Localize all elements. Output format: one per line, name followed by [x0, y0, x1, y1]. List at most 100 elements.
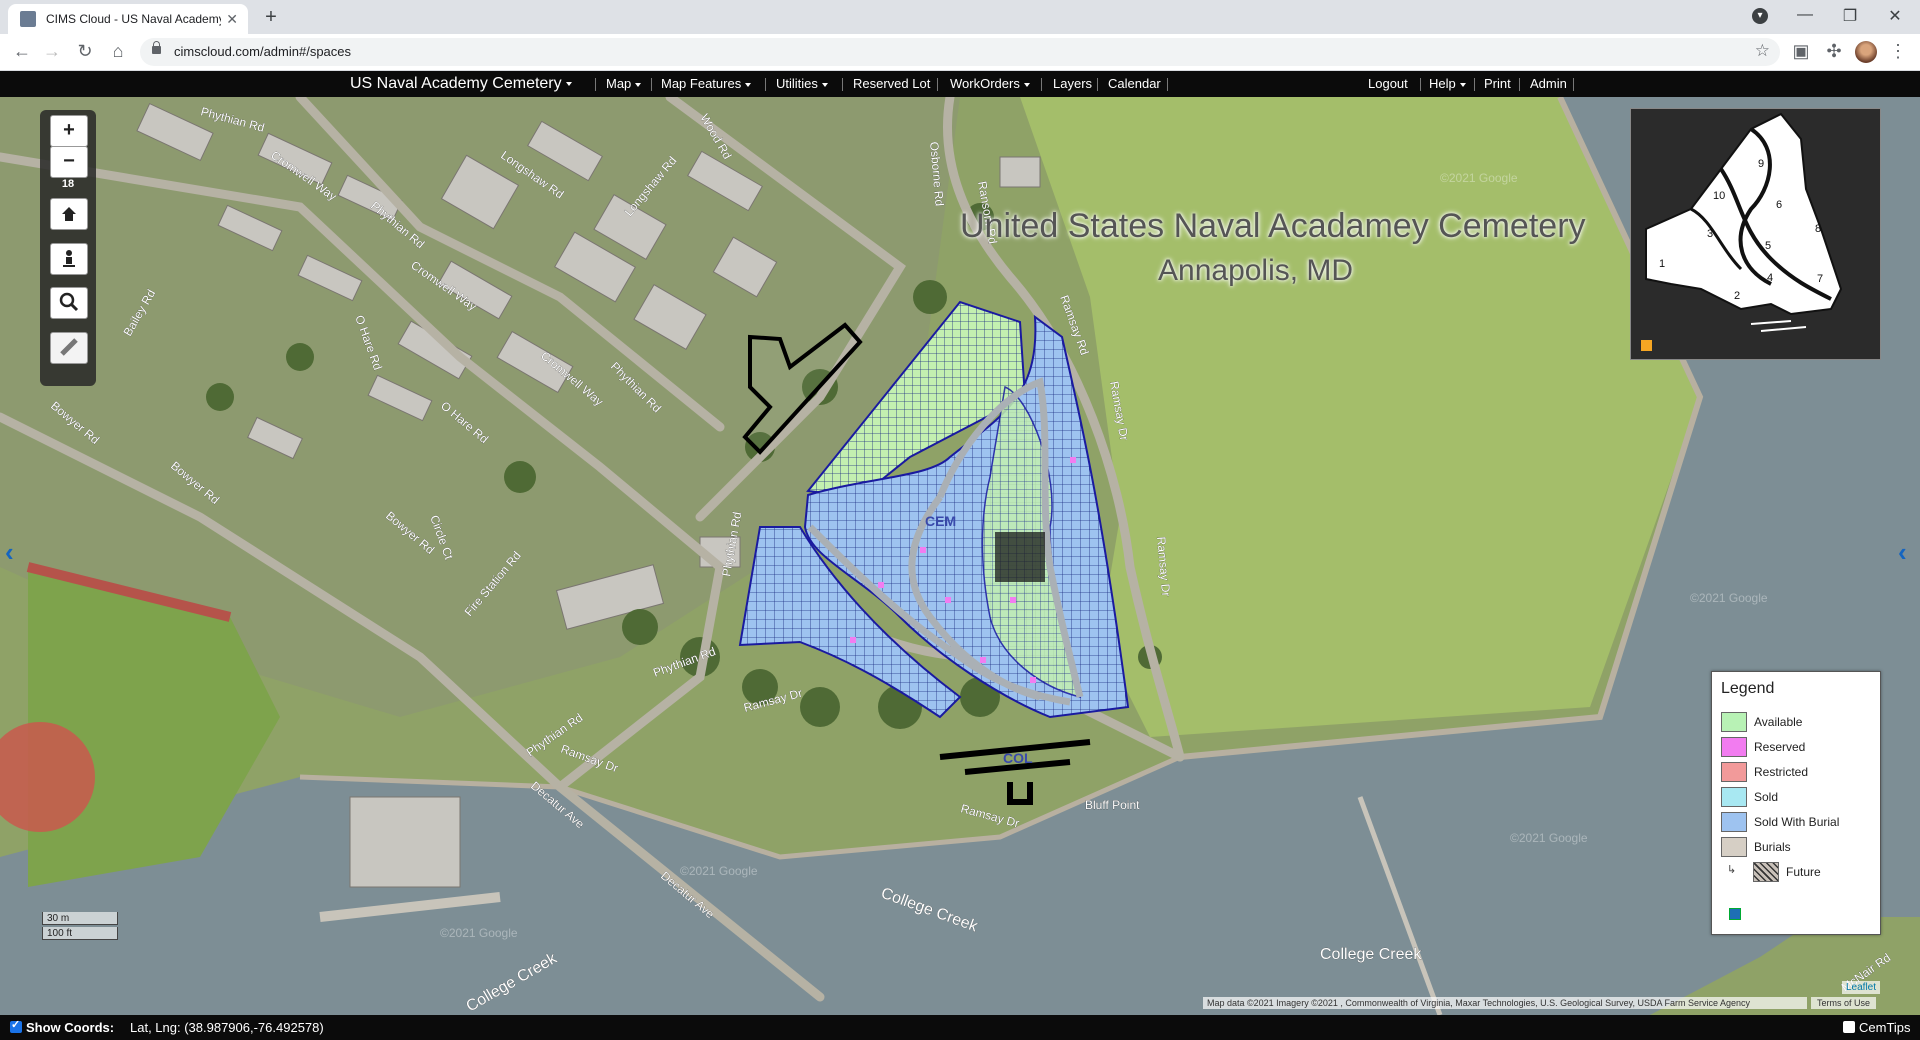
- home-icon: [62, 207, 76, 221]
- legend-label: Burials: [1754, 840, 1791, 854]
- legend-swatch: [1721, 737, 1747, 757]
- nav-brand-label: US Naval Academy Cemetery: [350, 75, 562, 92]
- extension-icon[interactable]: ▣: [1789, 41, 1813, 62]
- profile-avatar[interactable]: [1855, 41, 1877, 63]
- pegman-icon: [63, 250, 75, 267]
- minimap-section-4: 4: [1767, 272, 1773, 284]
- legend-swatch: [1721, 787, 1747, 807]
- legend-label: Sold: [1754, 790, 1779, 804]
- nav-map-features[interactable]: Map Features: [661, 71, 752, 97]
- legend-panel: Legend Available Reserved Restricted Sol…: [1711, 671, 1881, 935]
- nav-divider: [1573, 78, 1574, 91]
- section-minimap[interactable]: 1 2 3 4 5 6 7 8 9 10: [1630, 108, 1881, 360]
- show-coords-label: Show Coords:: [26, 1020, 115, 1035]
- nav-divider: [1167, 78, 1168, 91]
- legend-toggle-icon[interactable]: [1729, 908, 1741, 920]
- show-coords-checkbox[interactable]: [10, 1018, 22, 1033]
- browser-tab[interactable]: CIMS Cloud - US Naval Academy ✕: [8, 4, 248, 34]
- terms-of-use-link[interactable]: Terms of Use: [1811, 997, 1877, 1009]
- nav-divider: [1474, 78, 1475, 91]
- scale-bar-metric: 30 m: [42, 912, 118, 925]
- back-icon[interactable]: ←: [10, 41, 34, 62]
- svg-text:CEM: CEM: [925, 513, 956, 529]
- tab-close-icon[interactable]: ✕: [226, 11, 238, 28]
- nav-admin[interactable]: Admin: [1530, 71, 1567, 97]
- nav-divider: [1097, 78, 1098, 91]
- chevron-down-icon: [565, 81, 572, 86]
- nav-brand-menu[interactable]: US Naval Academy Cemetery: [350, 71, 572, 97]
- legend-label: Available: [1754, 715, 1803, 729]
- minimap-toggle-icon[interactable]: [1641, 340, 1652, 351]
- nav-reserved-lot-label: Reserved Lot: [853, 76, 931, 91]
- menu-kebab-icon[interactable]: ⋮: [1886, 41, 1910, 62]
- url-text[interactable]: cimscloud.com/admin#/spaces: [174, 44, 351, 59]
- nav-calendar[interactable]: Calendar: [1108, 71, 1161, 97]
- tree-branch-icon: ↳: [1727, 864, 1737, 876]
- svg-text:©2021 Google: ©2021 Google: [1510, 831, 1588, 845]
- map-canvas[interactable]: Phythian Rd Wood Rd Osborne Rd Ransom Rd…: [0, 97, 1920, 1015]
- nav-utilities[interactable]: Utilities: [776, 71, 828, 97]
- nav-logout[interactable]: Logout: [1368, 71, 1408, 97]
- chevron-down-icon: [745, 82, 752, 87]
- nav-divider: [1519, 78, 1520, 91]
- legend-swatch: [1721, 837, 1747, 857]
- browser-tabstrip: CIMS Cloud - US Naval Academy ✕ + ▾ — ❐ …: [0, 0, 1920, 34]
- minimap-section-9: 9: [1758, 158, 1764, 170]
- cemtips-checkbox[interactable]: [1843, 1021, 1855, 1033]
- legend-title: Legend: [1721, 680, 1775, 697]
- leaflet-link[interactable]: Leaflet: [1842, 981, 1881, 994]
- address-bar[interactable]: cimscloud.com/admin#/spaces ☆: [140, 38, 1780, 66]
- nav-map[interactable]: Map: [606, 71, 642, 97]
- nav-help[interactable]: Help: [1429, 71, 1466, 97]
- street-view-button[interactable]: [50, 243, 88, 275]
- nav-divider: [595, 78, 596, 91]
- nav-admin-label: Admin: [1530, 76, 1567, 91]
- minimap-svg: 1 2 3 4 5 6 7 8 9 10: [1645, 112, 1843, 332]
- reload-icon[interactable]: ↻: [73, 41, 97, 62]
- zoom-level-readout: 18: [61, 178, 75, 190]
- legend-label: Future: [1786, 865, 1821, 879]
- minimap-section-6: 6: [1776, 199, 1782, 211]
- minimap-section-10: 10: [1713, 190, 1725, 202]
- legend-swatch: [1721, 812, 1747, 832]
- bookmark-star-icon[interactable]: ☆: [1755, 41, 1770, 61]
- nav-print[interactable]: Print: [1484, 71, 1511, 97]
- forward-icon[interactable]: →: [40, 41, 64, 62]
- nav-divider: [651, 78, 652, 91]
- scale-bar-imperial: 100 ft: [42, 927, 118, 940]
- nav-workorders[interactable]: WorkOrders: [950, 71, 1030, 97]
- cemtips-label: CemTips: [1859, 1020, 1911, 1035]
- right-panel-arrow-icon[interactable]: ‹: [1898, 537, 1907, 568]
- legend-label: Sold With Burial: [1754, 815, 1840, 829]
- minimap-section-1: 1: [1659, 258, 1665, 270]
- home-view-button[interactable]: [50, 198, 88, 230]
- status-bar: Show Coords: Lat, Lng: (38.987906,-76.49…: [0, 1015, 1920, 1040]
- tab-title: CIMS Cloud - US Naval Academy: [46, 12, 221, 26]
- nav-divider: [765, 78, 766, 91]
- minimize-icon[interactable]: —: [1791, 6, 1819, 24]
- zoom-search-button[interactable]: [50, 287, 88, 319]
- svg-text:©2021 Google: ©2021 Google: [1690, 591, 1768, 605]
- minimap-section-8: 8: [1815, 223, 1821, 235]
- nav-divider: [1041, 78, 1042, 91]
- new-tab-button[interactable]: +: [258, 5, 284, 31]
- magnifier-icon: [59, 292, 79, 312]
- nav-layers[interactable]: Layers: [1053, 71, 1092, 97]
- ruler-icon: [60, 338, 78, 356]
- measure-button[interactable]: [50, 332, 88, 364]
- svg-text:Bluff Point: Bluff Point: [1085, 798, 1140, 812]
- left-panel-arrow-icon[interactable]: ‹: [5, 537, 14, 568]
- zoom-out-button[interactable]: −: [50, 146, 88, 178]
- nav-reserved-lot[interactable]: Reserved Lot: [853, 71, 930, 97]
- close-window-icon[interactable]: ✕: [1881, 6, 1909, 26]
- tab-search-icon[interactable]: ▾: [1752, 8, 1768, 24]
- zoom-in-button[interactable]: +: [50, 115, 88, 147]
- browser-toolbar: ← → ↻ ⌂ cimscloud.com/admin#/spaces ☆ ▣ …: [0, 34, 1920, 71]
- puzzle-icon[interactable]: ✣: [1822, 41, 1846, 62]
- latlng-readout: Lat, Lng: (38.987906,-76.492578): [130, 1020, 324, 1035]
- legend-label: Restricted: [1754, 765, 1809, 779]
- nav-utilities-label: Utilities: [776, 76, 818, 91]
- svg-text:©2021 Google: ©2021 Google: [440, 926, 518, 940]
- home-icon[interactable]: ⌂: [106, 41, 130, 62]
- restore-icon[interactable]: ❐: [1836, 6, 1864, 26]
